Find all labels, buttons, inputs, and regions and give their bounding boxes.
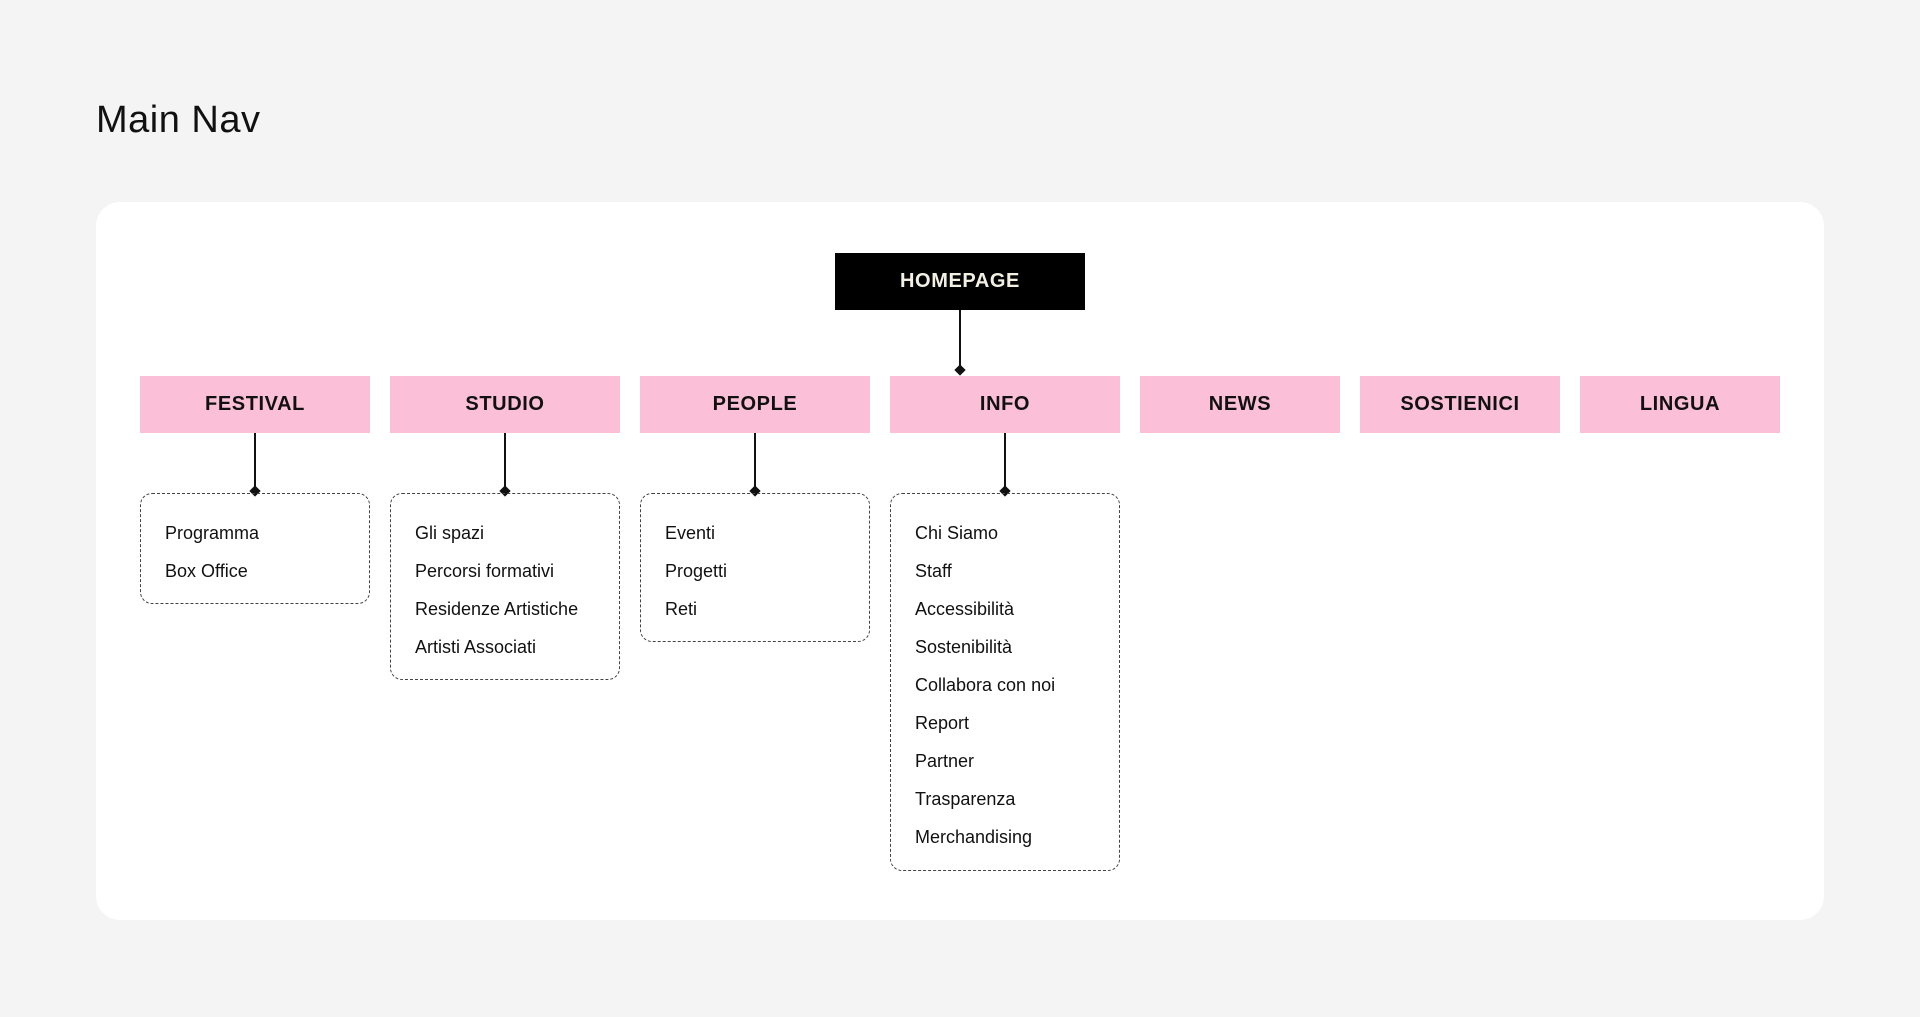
section-news[interactable]: NEWS [1140,376,1340,433]
submenu-item-merchandising[interactable]: Merchandising [915,818,1119,856]
submenu-item-progetti[interactable]: Progetti [665,552,869,590]
submenu-item-residenze-artistiche[interactable]: Residenze Artistiche [415,590,619,628]
submenu-item-percorsi-formativi[interactable]: Percorsi formativi [415,552,619,590]
section-info[interactable]: INFO [890,376,1120,433]
section-sostienici-label: SOSTIENICI [1400,393,1520,415]
submenu-item-trasparenza[interactable]: Trasparenza [915,780,1119,818]
info-connector-line [1004,433,1006,491]
section-studio[interactable]: STUDIO [390,376,620,433]
festival-connector-line [254,433,256,491]
root-connector-diamond-icon [954,364,966,376]
submenu-item-collabora-con-noi[interactable]: Collabora con noi [915,666,1119,704]
section-people-label: PEOPLE [712,393,798,415]
sitemap-card: HOMEPAGE FESTIVAL Programma Box Office S… [96,202,1824,920]
info-submenu: Chi Siamo Staff Accessibilità Sostenibil… [890,493,1120,871]
people-connector-line [754,433,756,491]
submenu-item-chi-siamo[interactable]: Chi Siamo [915,514,1119,552]
submenu-item-sostenibilita[interactable]: Sostenibilità [915,628,1119,666]
festival-submenu: Programma Box Office [140,493,370,604]
section-people[interactable]: PEOPLE [640,376,870,433]
submenu-item-reti[interactable]: Reti [665,590,869,628]
submenu-item-box-office[interactable]: Box Office [165,552,369,590]
submenu-item-artisti-associati[interactable]: Artisti Associati [415,628,619,666]
root-connector-line [959,310,961,370]
section-lingua[interactable]: LINGUA [1580,376,1780,433]
homepage-node[interactable]: HOMEPAGE [835,253,1085,310]
section-festival[interactable]: FESTIVAL [140,376,370,433]
homepage-label: HOMEPAGE [900,270,1020,292]
submenu-item-accessibilita[interactable]: Accessibilità [915,590,1119,628]
section-info-label: INFO [979,393,1031,415]
studio-connector-line [504,433,506,491]
submenu-item-partner[interactable]: Partner [915,742,1119,780]
section-lingua-label: LINGUA [1639,393,1721,415]
submenu-item-report[interactable]: Report [915,704,1119,742]
people-submenu: Eventi Progetti Reti [640,493,870,642]
submenu-item-programma[interactable]: Programma [165,514,369,552]
section-studio-label: STUDIO [465,393,545,415]
submenu-item-staff[interactable]: Staff [915,552,1119,590]
section-news-label: NEWS [1208,393,1272,415]
submenu-item-gli-spazi[interactable]: Gli spazi [415,514,619,552]
section-festival-label: FESTIVAL [205,393,305,415]
studio-submenu: Gli spazi Percorsi formativi Residenze A… [390,493,620,680]
section-sostienici[interactable]: SOSTIENICI [1360,376,1560,433]
page-title: Main Nav [96,99,261,141]
submenu-item-eventi[interactable]: Eventi [665,514,869,552]
